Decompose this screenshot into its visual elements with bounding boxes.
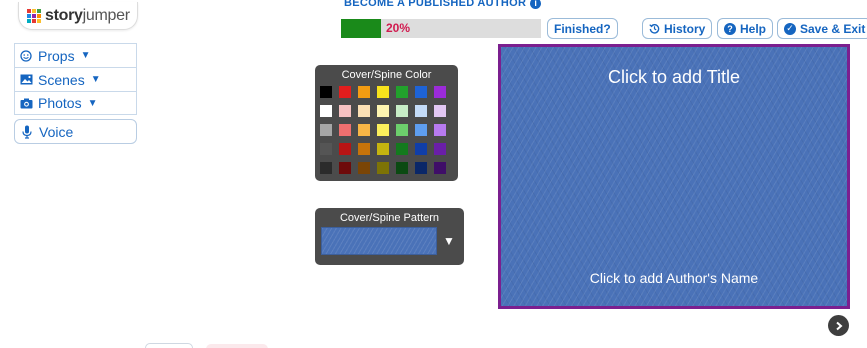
color-swatch[interactable] <box>320 105 332 117</box>
color-swatch[interactable] <box>415 105 427 117</box>
image-icon <box>19 74 33 85</box>
storyjumper-logo[interactable]: storyjumper <box>18 2 138 30</box>
history-button[interactable]: History <box>642 18 713 39</box>
cover-pattern-title: Cover/Spine Pattern <box>339 212 440 224</box>
book-cover-canvas[interactable]: Click to add Title Click to add Author's… <box>498 44 850 309</box>
color-swatch[interactable] <box>320 86 332 98</box>
voice-button[interactable]: Voice <box>14 119 137 144</box>
color-swatch[interactable] <box>339 86 351 98</box>
color-swatch[interactable] <box>358 143 370 155</box>
progress-fill <box>341 19 381 38</box>
color-swatch[interactable] <box>434 86 446 98</box>
voice-label: Voice <box>39 123 74 140</box>
color-swatch[interactable] <box>339 124 351 136</box>
finished-button[interactable]: Finished? <box>547 18 618 39</box>
camera-icon <box>19 98 33 109</box>
next-page-icon[interactable] <box>828 315 849 336</box>
color-swatch[interactable] <box>396 162 408 174</box>
sidebar-item-label: Scenes <box>38 71 85 88</box>
check-circle-icon: ✓ <box>784 22 796 35</box>
info-icon: i <box>530 0 542 9</box>
caret-down-icon: ▼ <box>90 74 101 85</box>
color-swatch[interactable] <box>377 86 389 98</box>
smiley-icon <box>19 49 33 62</box>
become-author-heading[interactable]: BECOME A PUBLISHED AUTHOR i <box>344 0 542 9</box>
color-swatch[interactable] <box>415 124 427 136</box>
sidebar-item-label: Props <box>38 47 75 64</box>
color-swatch[interactable] <box>377 143 389 155</box>
color-swatch[interactable] <box>358 162 370 174</box>
color-swatch[interactable] <box>358 105 370 117</box>
color-swatch[interactable] <box>415 86 427 98</box>
help-icon: ? <box>724 22 736 35</box>
cover-color-title: Cover/Spine Color <box>341 69 432 81</box>
cover-color-panel: Cover/Spine Color <box>315 65 458 181</box>
color-swatch[interactable] <box>320 143 332 155</box>
sidebar-item-props[interactable]: Props ▼ <box>14 43 137 67</box>
sidebar-item-scenes[interactable]: Scenes ▼ <box>14 67 137 91</box>
microphone-icon <box>21 125 33 139</box>
progress-percent: 20% <box>386 21 411 35</box>
progress-bar: 20% <box>341 19 541 38</box>
color-swatch[interactable] <box>377 105 389 117</box>
sidebar: Props ▼ Scenes ▼ Photos ▼ Voice <box>14 43 137 144</box>
sidebar-item-label: Photos <box>38 95 82 111</box>
color-swatch[interactable] <box>415 143 427 155</box>
color-swatch[interactable] <box>339 162 351 174</box>
help-button[interactable]: ? Help <box>717 18 774 39</box>
color-swatch[interactable] <box>377 124 389 136</box>
color-swatch[interactable] <box>434 105 446 117</box>
caret-down-icon: ▼ <box>80 50 91 61</box>
color-swatch[interactable] <box>339 105 351 117</box>
cover-author-placeholder[interactable]: Click to add Author's Name <box>501 270 847 286</box>
color-swatch[interactable] <box>339 143 351 155</box>
color-swatch[interactable] <box>320 162 332 174</box>
caret-down-icon[interactable]: ▼ <box>443 234 455 248</box>
color-swatch[interactable] <box>434 143 446 155</box>
logo-grid-icon <box>27 8 41 23</box>
color-swatch[interactable] <box>415 162 427 174</box>
caret-down-icon: ▼ <box>87 97 98 109</box>
color-swatch-grid <box>315 83 458 174</box>
color-swatch[interactable] <box>358 124 370 136</box>
color-swatch[interactable] <box>396 105 408 117</box>
pattern-selector[interactable] <box>321 227 437 255</box>
sidebar-item-photos[interactable]: Photos ▼ <box>14 91 137 115</box>
color-swatch[interactable] <box>377 162 389 174</box>
cover-pattern-panel: Cover/Spine Pattern ▼ <box>315 208 464 265</box>
color-swatch[interactable] <box>434 162 446 174</box>
color-swatch[interactable] <box>396 86 408 98</box>
history-icon <box>649 23 660 34</box>
color-swatch[interactable] <box>320 124 332 136</box>
color-swatch[interactable] <box>396 143 408 155</box>
bottom-button[interactable] <box>145 343 193 348</box>
color-swatch[interactable] <box>358 86 370 98</box>
logo-text: storyjumper <box>45 6 130 24</box>
save-exit-button[interactable]: ✓ Save & Exit <box>777 18 867 39</box>
color-swatch[interactable] <box>434 124 446 136</box>
bottom-button[interactable] <box>206 344 268 348</box>
cover-title-placeholder[interactable]: Click to add Title <box>501 67 847 88</box>
color-swatch[interactable] <box>396 124 408 136</box>
